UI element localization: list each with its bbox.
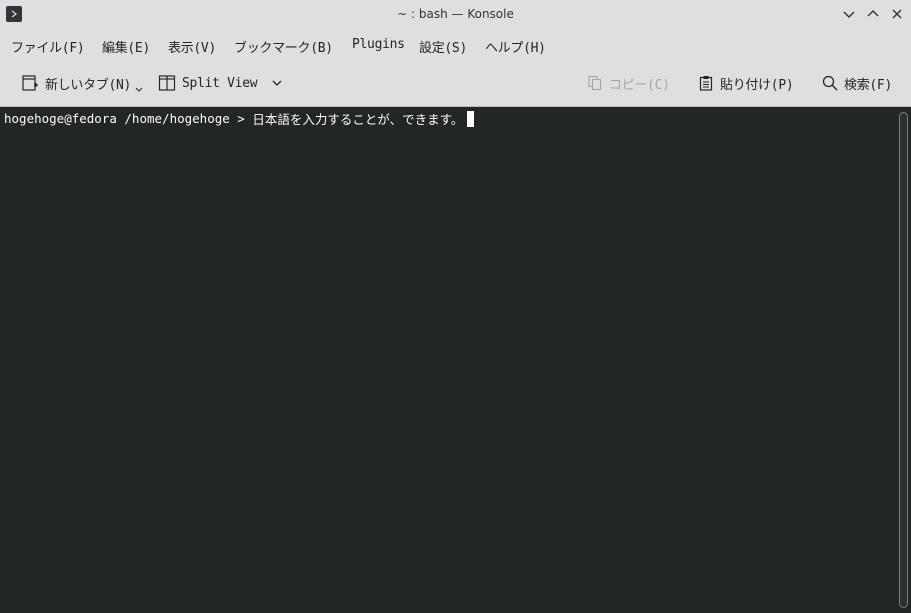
menu-help[interactable]: ヘルプ(H) bbox=[485, 37, 546, 56]
minimize-button[interactable] bbox=[840, 5, 858, 23]
close-button[interactable] bbox=[888, 5, 906, 23]
chevron-down-icon bbox=[843, 11, 855, 18]
find-button[interactable]: 検索(F) bbox=[822, 71, 892, 95]
shell-prompt: hogehoge@fedora /home/hogehoge > bbox=[4, 111, 253, 126]
text-cursor bbox=[467, 110, 475, 127]
new-tab-label: 新しいタブ(N) bbox=[45, 77, 132, 93]
new-tab-button[interactable]: 新しいタブ(N) bbox=[21, 71, 143, 95]
menu-bookmarks[interactable]: ブックマーク(B) bbox=[234, 37, 333, 56]
scrollbar-thumb[interactable] bbox=[899, 112, 908, 608]
chevron-up-icon bbox=[867, 10, 879, 17]
menu-bar: ファイル(F) 編集(E) 表示(V) ブックマーク(B) Plugins 設定… bbox=[0, 29, 911, 59]
title-bar[interactable]: ~ : bash — Konsole bbox=[0, 0, 911, 29]
terminal-area[interactable]: hogehoge@fedora /home/hogehoge > 日本語を入力す… bbox=[0, 107, 896, 613]
close-icon bbox=[892, 9, 902, 19]
chevron-down-icon[interactable] bbox=[271, 77, 283, 89]
copy-icon bbox=[588, 75, 602, 91]
maximize-button[interactable] bbox=[864, 5, 882, 23]
new-tab-icon bbox=[22, 75, 38, 91]
find-label: 検索(F) bbox=[844, 77, 892, 93]
copy-button[interactable]: コピー(C) bbox=[587, 71, 670, 95]
window-title: ~ : bash — Konsole bbox=[397, 7, 514, 21]
search-icon bbox=[822, 75, 838, 91]
menu-edit[interactable]: 編集(E) bbox=[102, 37, 150, 56]
split-view-button[interactable]: Split View bbox=[158, 71, 283, 95]
paste-button[interactable]: 貼り付け(P) bbox=[698, 71, 794, 95]
menu-plugins[interactable]: Plugins bbox=[352, 37, 405, 52]
copy-label: コピー(C) bbox=[609, 77, 670, 93]
terminal-line: hogehoge@fedora /home/hogehoge > 日本語を入力す… bbox=[4, 109, 475, 128]
terminal-scrollbar[interactable] bbox=[896, 107, 911, 613]
terminal-input-text: 日本語を入力することが、できます。 bbox=[252, 112, 464, 127]
menu-settings[interactable]: 設定(S) bbox=[419, 37, 467, 56]
chevron-down-icon[interactable] bbox=[135, 86, 143, 94]
menu-file[interactable]: ファイル(F) bbox=[11, 37, 85, 56]
paste-icon bbox=[699, 76, 713, 91]
toolbar: 新しいタブ(N) Split View コピー(C) 貼り付け(P) 検索(F) bbox=[0, 59, 911, 107]
paste-label: 貼り付け(P) bbox=[720, 77, 794, 93]
split-view-icon bbox=[158, 75, 176, 91]
menu-view[interactable]: 表示(V) bbox=[168, 37, 216, 56]
split-view-label: Split View bbox=[182, 75, 258, 91]
